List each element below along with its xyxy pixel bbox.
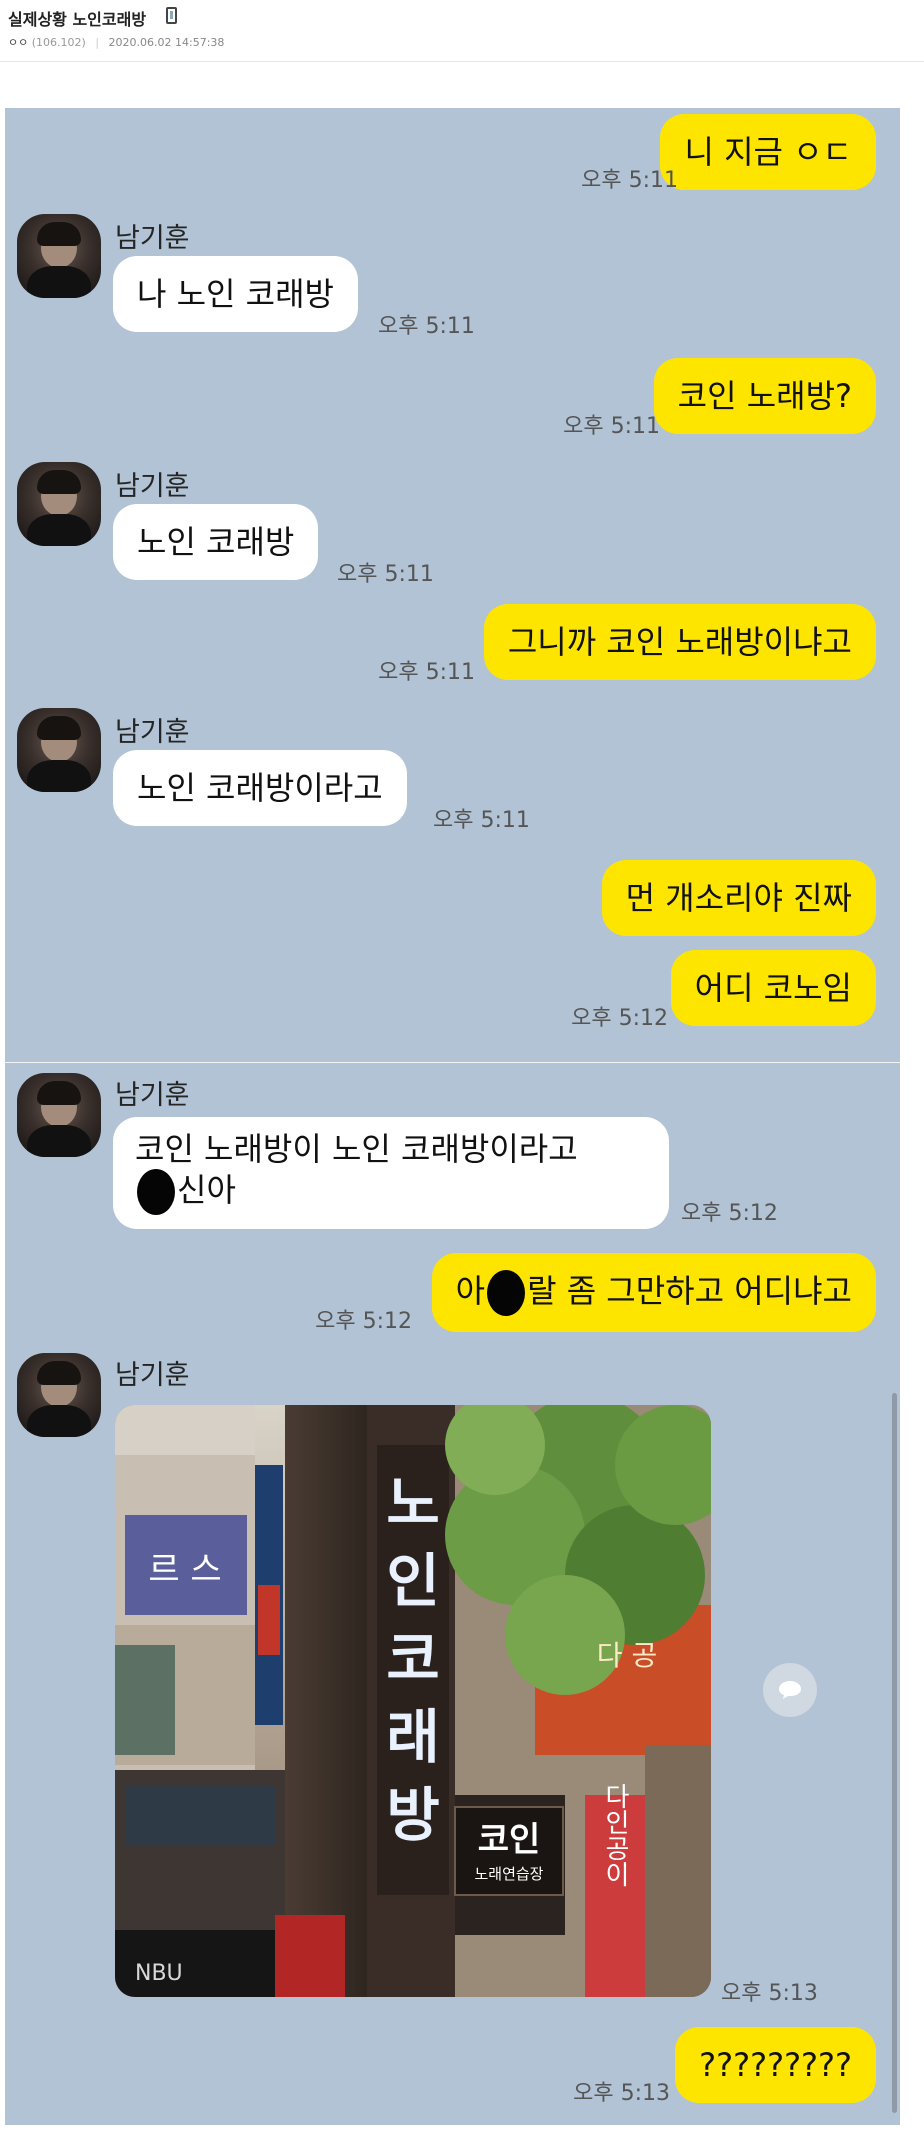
neon-sign-char-1: 노 [386, 1469, 439, 1537]
mobile-icon [166, 7, 177, 24]
meta-separator: | [95, 36, 100, 49]
right-sign-text: 다인공이 [600, 1783, 630, 1887]
message-time: 오후 5:12 [571, 1006, 668, 1031]
chat-bubble-incoming: 나 노인 코래방 [113, 256, 358, 332]
chat-bubble-incoming: 코인 노래방이 노인 코래방이라고 신아 [113, 1117, 669, 1229]
censor-blot [487, 1270, 526, 1316]
chat-bubble-outgoing: 그니까 코인 노래방이냐고 [483, 604, 876, 680]
chat-bubble-outgoing: 코인 노래방? [653, 358, 876, 434]
neon-sign-char-2: 인 [386, 1547, 439, 1615]
message-time: 오후 5:13 [573, 2081, 670, 2106]
photo-scene: 노 인 코 래 방 코인 노래연습장 르 스 다인공이 다 공 NBU [115, 1405, 711, 1997]
chat-bubble-incoming: 노인 코래방 [113, 504, 319, 580]
left-sign-text: 르 스 [148, 1550, 221, 1590]
post-header: 실제상황 노인코래방 ㅇㅇ (106.102) | 2020.06.02 14:… [0, 0, 924, 62]
scrollbar[interactable] [892, 1393, 897, 2113]
message-time: 오후 5:11 [563, 414, 660, 439]
neon-sign-char-4: 래 [386, 1703, 439, 1771]
chat-bubble-outgoing: 니 지금 ㅇㄷ [660, 114, 876, 190]
post-author[interactable]: ㅇㅇ [8, 36, 28, 49]
message-time: 오후 5:11 [581, 168, 678, 193]
message-text: 아 [455, 1272, 486, 1310]
neon-sign-char-5: 방 [386, 1781, 439, 1849]
message-line: 신아 [177, 1171, 236, 1209]
message-time: 오후 5:11 [378, 314, 475, 339]
chat-bubble-incoming: 노인 코래방이라고 [113, 750, 407, 826]
contact-avatar[interactable] [17, 1353, 101, 1437]
message-time: 오후 5:12 [315, 1309, 412, 1334]
message-time: 오후 5:13 [721, 1981, 818, 2006]
message-time: 오후 5:11 [433, 808, 530, 833]
message-line-2: 신아 [135, 1169, 647, 1215]
chat-bubble-outgoing: 먼 개소리야 진짜 [601, 860, 876, 936]
post-ip: (106.102) [31, 36, 86, 49]
contact-avatar[interactable] [17, 708, 101, 792]
chat-screenshot-2: 남기훈 코인 노래방이 노인 코래방이라고 신아 오후 5:12 아 랄 좀 그만… [5, 1063, 900, 2125]
contact-avatar[interactable] [17, 462, 101, 546]
post-meta: ㅇㅇ (106.102) | 2020.06.02 14:57:38 [8, 34, 224, 50]
chat-screenshot-1: 니 지금 ㅇㄷ 오후 5:11 남기훈 나 노인 코래방 오후 5:11 코인 … [5, 108, 900, 1062]
censor-blot [137, 1169, 175, 1215]
message-time: 오후 5:11 [337, 562, 434, 587]
share-button[interactable] [763, 1663, 817, 1717]
coin-sign-sub: 노래연습장 [474, 1865, 543, 1883]
chat-bubble-outgoing: 어디 코노임 [670, 950, 876, 1026]
neon-sign-char-3: 코 [386, 1625, 439, 1693]
right-top-sign-text: 다 공 [597, 1639, 657, 1672]
contact-avatar[interactable] [17, 1073, 101, 1157]
contact-name: 남기훈 [115, 223, 190, 254]
chat-bubble-outgoing: 아 랄 좀 그만하고 어디냐고 [431, 1253, 876, 1332]
chat-bubble-outgoing: ????????? [675, 2027, 876, 2103]
message-time: 오후 5:11 [378, 660, 475, 685]
message-text: 랄 좀 그만하고 어디냐고 [527, 1272, 852, 1310]
bottom-left-sign-text: NBU [135, 1961, 183, 1986]
contact-name: 남기훈 [115, 717, 190, 748]
message-time: 오후 5:12 [681, 1201, 778, 1226]
contact-avatar[interactable] [17, 214, 101, 298]
contact-name: 남기훈 [115, 1080, 190, 1111]
shared-photo[interactable]: 노 인 코 래 방 코인 노래연습장 르 스 다인공이 다 공 NBU [115, 1405, 711, 1997]
message-line: 코인 노래방이 노인 코래방이라고 [135, 1130, 578, 1168]
contact-name: 남기훈 [115, 1360, 190, 1391]
post-title: 실제상황 노인코래방 [8, 10, 147, 29]
coin-sign-text: 코인 [478, 1820, 541, 1860]
post-datetime: 2020.06.02 14:57:38 [108, 36, 225, 49]
speech-bubble-icon [779, 1681, 801, 1699]
contact-name: 남기훈 [115, 471, 190, 502]
